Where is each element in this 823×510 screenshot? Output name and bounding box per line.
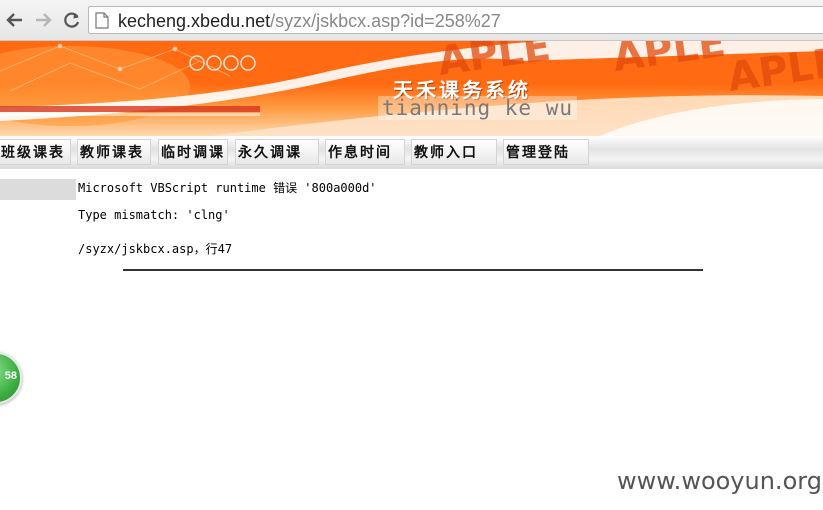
browser-toolbar: kecheng.xbedu.net/syzx/jskbcx.asp?id=258… <box>0 0 823 41</box>
error-title: Microsoft VBScript runtime 错误 '800a000d' <box>78 181 377 195</box>
horizontal-rule <box>123 269 703 271</box>
url-text: kecheng.xbedu.net/syzx/jskbcx.asp?id=258… <box>118 10 501 32</box>
forward-arrow-icon <box>36 13 52 27</box>
back-button[interactable] <box>3 8 27 32</box>
main-menu: 班级课表 教师课表 临时调课 永久调课 作息时间 教师入口 管理登陆 <box>0 136 823 169</box>
forward-button[interactable] <box>31 8 55 32</box>
url-path: /syzx/jskbcx.asp?id=258%27 <box>270 11 501 31</box>
url-host: kecheng.xbedu.net <box>118 11 271 31</box>
menu-item-class-schedule[interactable]: 班级课表 <box>0 139 71 165</box>
sidebar-block <box>0 179 76 200</box>
error-location: /syzx/jskbcx.asp，行47 <box>78 242 233 256</box>
page-icon <box>95 12 109 29</box>
menu-item-timetable[interactable]: 作息时间 <box>325 139 405 165</box>
address-bar[interactable]: kecheng.xbedu.net/syzx/jskbcx.asp?id=258… <box>88 6 823 34</box>
reload-button[interactable] <box>60 8 84 32</box>
site-banner: APLE APLE APLE 天禾课务系统 tianning ke wu <box>0 41 823 136</box>
badge-number: 58 <box>4 370 17 382</box>
error-message: Type mismatch: 'clng' <box>78 208 230 222</box>
menu-item-permanent-change[interactable]: 永久调课 <box>235 139 319 165</box>
reload-icon <box>64 12 80 28</box>
menu-item-temporary-change[interactable]: 临时调课 <box>158 139 228 165</box>
site-watermark: www.wooyun.org <box>617 467 822 495</box>
floating-speed-badge[interactable]: 58 <box>0 352 22 404</box>
menu-item-admin-login[interactable]: 管理登陆 <box>503 139 589 165</box>
back-arrow-icon <box>6 13 22 27</box>
menu-item-teacher-login[interactable]: 教师入口 <box>411 139 497 165</box>
menu-item-teacher-schedule[interactable]: 教师课表 <box>77 139 151 165</box>
site-subtitle: tianning ke wu <box>378 96 578 120</box>
